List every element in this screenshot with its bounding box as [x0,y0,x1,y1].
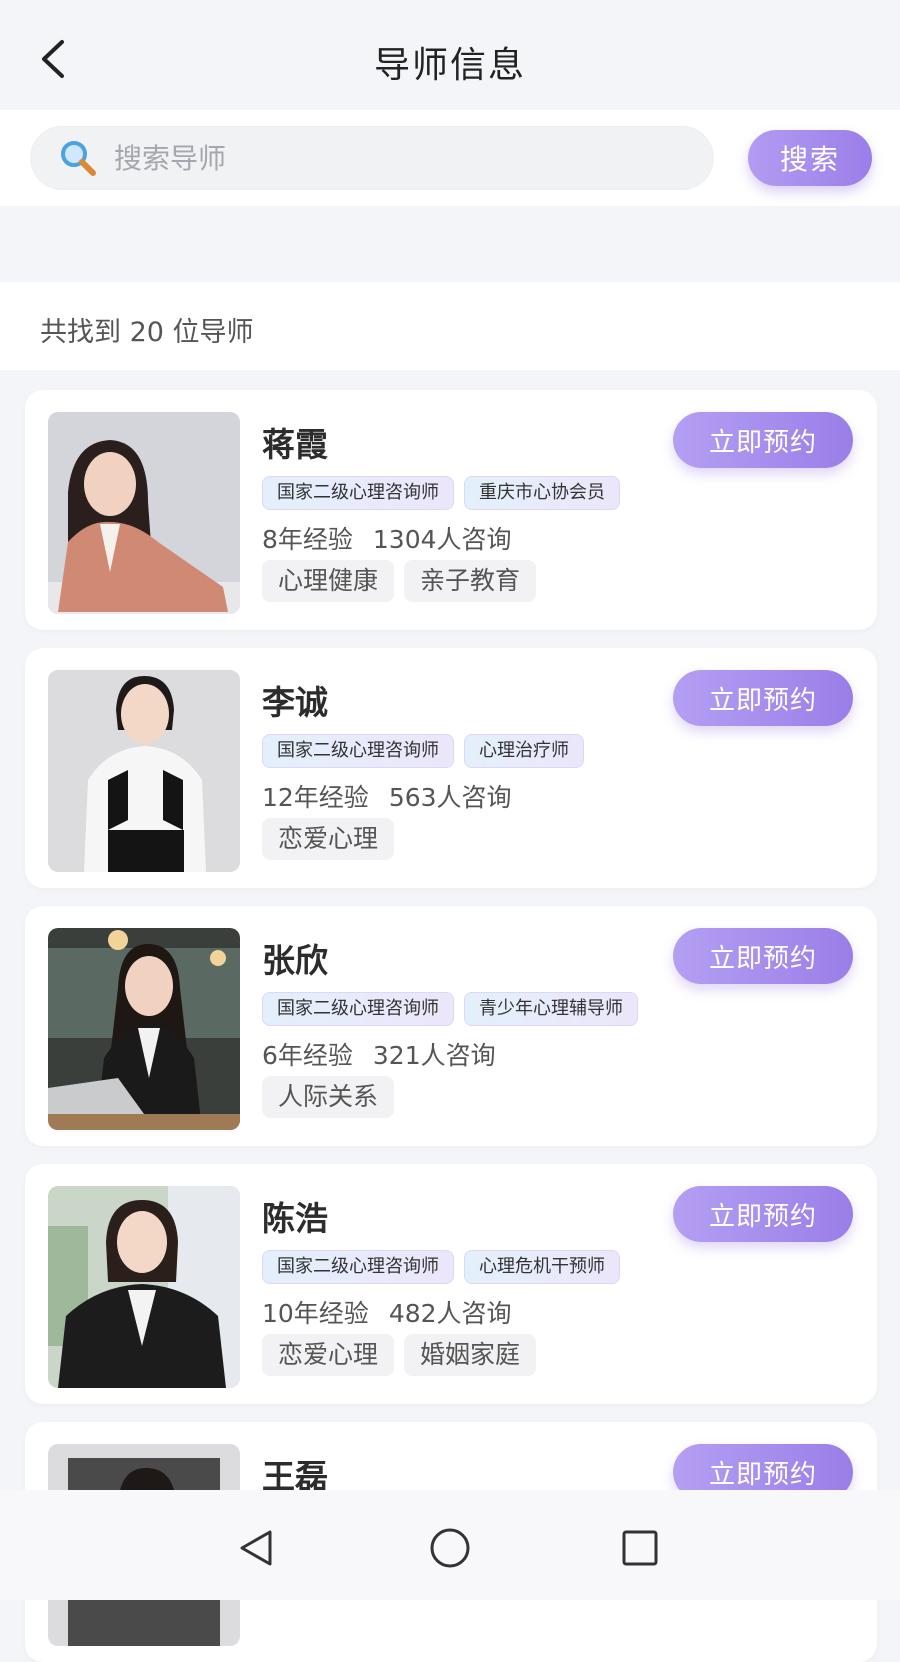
square-recent-icon [622,1530,658,1566]
search-input[interactable] [112,140,676,176]
mentor-card[interactable]: 蒋霞 立即预约 国家二级心理咨询师 重庆市心协会员 8年经验 1304人咨询 心… [25,390,877,630]
tag-row: 人际关系 [262,1076,395,1118]
consult-count: 563人咨询 [388,783,512,812]
specialty-tag: 亲子教育 [404,560,537,602]
circle-home-icon [430,1528,470,1568]
experience-text: 6年经验 [262,1041,353,1070]
mentor-photo [48,1186,240,1388]
tag-row: 恋爱心理 婚姻家庭 [262,1334,537,1376]
cert-row: 国家二级心理咨询师 重庆市心协会员 [262,476,620,510]
cert-badge: 心理危机干预师 [464,1250,620,1284]
specialty-tag: 人际关系 [262,1076,395,1118]
mentor-card[interactable]: 陈浩 立即预约 国家二级心理咨询师 心理危机干预师 10年经验 482人咨询 恋… [25,1164,877,1404]
book-button[interactable]: 立即预约 [673,1186,853,1242]
mentor-card[interactable]: 张欣 立即预约 国家二级心理咨询师 青少年心理辅导师 6年经验 321人咨询 人… [25,906,877,1146]
mentor-stats: 6年经验 321人咨询 [262,1036,496,1072]
mentor-photo [48,670,240,872]
cert-badge: 国家二级心理咨询师 [262,734,454,768]
page-title: 导师信息 [373,45,526,86]
tag-row: 恋爱心理 [262,818,395,860]
mentor-card[interactable]: 李诚 立即预约 国家二级心理咨询师 心理治疗师 12年经验 563人咨询 恋爱心… [25,648,877,888]
specialty-tag: 恋爱心理 [262,818,395,860]
nav-home-button[interactable] [420,1518,480,1578]
cert-badge: 国家二级心理咨询师 [262,476,454,510]
search-box[interactable] [30,126,714,190]
cert-badge: 心理治疗师 [464,734,584,768]
cert-row: 国家二级心理咨询师 青少年心理辅导师 [262,992,638,1026]
mentor-name: 蒋霞 [262,425,328,464]
book-button[interactable]: 立即预约 [673,412,853,468]
mentor-name: 陈浩 [262,1199,328,1238]
result-bar: 共找到 20 位导师 [0,282,900,370]
triangle-back-icon [240,1530,272,1566]
nav-back-button[interactable] [226,1518,286,1578]
experience-text: 8年经验 [262,525,353,554]
cert-badge: 重庆市心协会员 [464,476,620,510]
mentor-name: 李诚 [262,683,328,722]
result-count: 共找到 20 位导师 [40,317,254,348]
cert-badge: 青少年心理辅导师 [464,992,638,1026]
cert-row: 国家二级心理咨询师 心理危机干预师 [262,1250,620,1284]
mentor-stats: 10年经验 482人咨询 [262,1294,512,1330]
system-nav-bar [0,1490,900,1600]
top-bar: 导师信息 [0,0,900,110]
nav-recent-button[interactable] [610,1518,670,1578]
search-icon [58,138,98,178]
consult-count: 321人咨询 [372,1041,496,1070]
tag-row: 心理健康 亲子教育 [262,560,537,602]
mentor-photo [48,928,240,1130]
cert-badge: 国家二级心理咨询师 [262,1250,454,1284]
specialty-tag: 婚姻家庭 [404,1334,537,1376]
spacer-band [0,206,900,282]
search-button[interactable]: 搜索 [748,130,872,186]
specialty-tag: 心理健康 [262,560,395,602]
book-button[interactable]: 立即预约 [673,928,853,984]
experience-text: 10年经验 [262,1299,369,1328]
consult-count: 482人咨询 [388,1299,512,1328]
mentor-name: 张欣 [262,941,328,980]
cert-row: 国家二级心理咨询师 心理治疗师 [262,734,584,768]
mentor-photo [48,412,240,614]
specialty-tag: 恋爱心理 [262,1334,395,1376]
consult-count: 1304人咨询 [372,525,512,554]
book-button[interactable]: 立即预约 [673,670,853,726]
search-bar: 搜索 [0,110,900,206]
experience-text: 12年经验 [262,783,369,812]
mentor-stats: 12年经验 563人咨询 [262,778,512,814]
cert-badge: 国家二级心理咨询师 [262,992,454,1026]
mentor-stats: 8年经验 1304人咨询 [262,520,512,556]
